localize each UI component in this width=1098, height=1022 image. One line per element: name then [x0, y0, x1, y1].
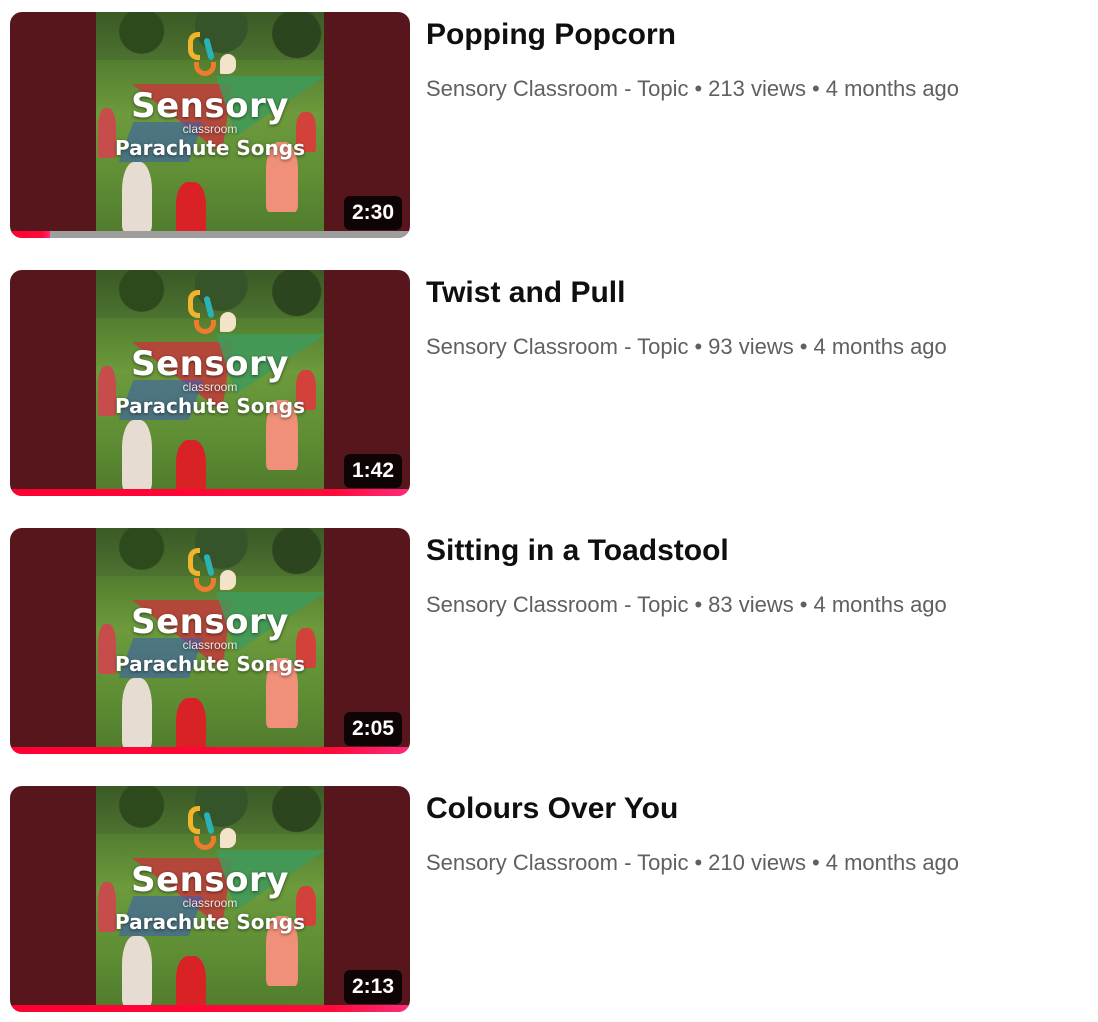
thumbnail-artwork: Sensory classroom Parachute Songs: [96, 270, 324, 496]
video-thumbnail[interactable]: Sensory classroom Parachute Songs 2:05: [10, 528, 410, 754]
thumbnail-brand-title: Sensory: [131, 602, 289, 642]
video-thumbnail[interactable]: Sensory classroom Parachute Songs 2:30: [10, 12, 410, 238]
thumbnail-brand-small: classroom: [182, 380, 238, 394]
thumbnail-brand-title: Sensory: [131, 344, 289, 384]
view-count: 210 views: [708, 850, 807, 875]
meta-separator: •: [694, 334, 703, 359]
thumbnail-artwork: Sensory classroom Parachute Songs: [96, 528, 324, 754]
meta-separator: •: [812, 850, 820, 875]
channel-name[interactable]: Sensory Classroom - Topic: [426, 76, 688, 101]
sensory-logo-icon: [186, 290, 242, 350]
watch-progress-bar: [10, 747, 410, 754]
channel-name[interactable]: Sensory Classroom - Topic: [426, 850, 688, 875]
thumbnail-brand-subtitle: Parachute Songs: [115, 136, 305, 160]
upload-age: 4 months ago: [813, 334, 947, 359]
video-list-item[interactable]: Sensory classroom Parachute Songs 2:13 C…: [10, 786, 1090, 1014]
upload-age: 4 months ago: [825, 850, 960, 875]
meta-separator: •: [694, 76, 703, 101]
sensory-logo-icon: [186, 548, 242, 608]
thumbnail-brand-subtitle: Parachute Songs: [115, 652, 305, 676]
video-metadata: Sensory Classroom - Topic • 213 views • 4 mo…: [426, 76, 959, 102]
watch-progress-fill: [10, 1005, 410, 1012]
meta-separator: •: [812, 76, 820, 101]
channel-name[interactable]: Sensory Classroom - Topic: [426, 334, 688, 359]
thumbnail-brand-small: classroom: [182, 638, 238, 652]
thumbnail-brand-small: classroom: [182, 122, 238, 136]
thumbnail-artwork: Sensory classroom Parachute Songs: [96, 12, 324, 238]
duration-badge: 1:42: [343, 454, 402, 488]
thumbnail-artwork: Sensory classroom Parachute Songs: [96, 786, 324, 1012]
video-title[interactable]: Sitting in a Toadstool: [426, 534, 729, 568]
video-thumbnail[interactable]: Sensory classroom Parachute Songs 2:13: [10, 786, 410, 1012]
sensory-logo-icon: [186, 32, 242, 92]
meta-separator: •: [799, 592, 808, 617]
thumbnail-brand-title: Sensory: [131, 860, 289, 900]
view-count: 83 views: [708, 592, 794, 617]
watch-progress-bar: [10, 231, 410, 238]
sensory-logo-icon: [186, 806, 242, 866]
video-title[interactable]: Twist and Pull: [426, 276, 625, 310]
watch-progress-bar: [10, 489, 410, 496]
channel-name[interactable]: Sensory Classroom - Topic: [426, 592, 688, 617]
video-list-item[interactable]: Sensory classroom Parachute Songs 2:30 P…: [10, 12, 1090, 240]
view-count: 213 views: [708, 76, 807, 101]
thumbnail-brand-title: Sensory: [131, 86, 289, 126]
meta-separator: •: [694, 850, 703, 875]
video-title[interactable]: Popping Popcorn: [426, 18, 676, 52]
thumbnail-brand-small: classroom: [182, 896, 238, 910]
meta-separator: •: [799, 334, 808, 359]
video-metadata: Sensory Classroom - Topic • 210 views • 4 mo…: [426, 850, 959, 876]
duration-badge: 2:30: [343, 196, 402, 230]
thumbnail-brand-subtitle: Parachute Songs: [115, 394, 305, 418]
watch-progress-bar: [10, 1005, 410, 1012]
meta-separator: •: [694, 592, 703, 617]
view-count: 93 views: [708, 334, 794, 359]
video-title[interactable]: Colours Over You: [426, 792, 678, 826]
duration-badge: 2:13: [343, 970, 402, 1004]
thumbnail-brand-subtitle: Parachute Songs: [115, 910, 305, 934]
upload-age: 4 months ago: [813, 592, 947, 617]
video-metadata: Sensory Classroom - Topic • 93 views • 4 mon…: [426, 334, 947, 360]
watch-progress-fill: [10, 747, 410, 754]
video-list-item[interactable]: Sensory classroom Parachute Songs 2:05 S…: [10, 528, 1090, 756]
watch-progress-fill: [10, 231, 50, 238]
video-list-item[interactable]: Sensory classroom Parachute Songs 1:42 T…: [10, 270, 1090, 498]
video-metadata: Sensory Classroom - Topic • 83 views • 4 mon…: [426, 592, 947, 618]
watch-progress-fill: [10, 489, 410, 496]
duration-badge: 2:05: [343, 712, 402, 746]
upload-age: 4 months ago: [825, 76, 960, 101]
video-thumbnail[interactable]: Sensory classroom Parachute Songs 1:42: [10, 270, 410, 496]
